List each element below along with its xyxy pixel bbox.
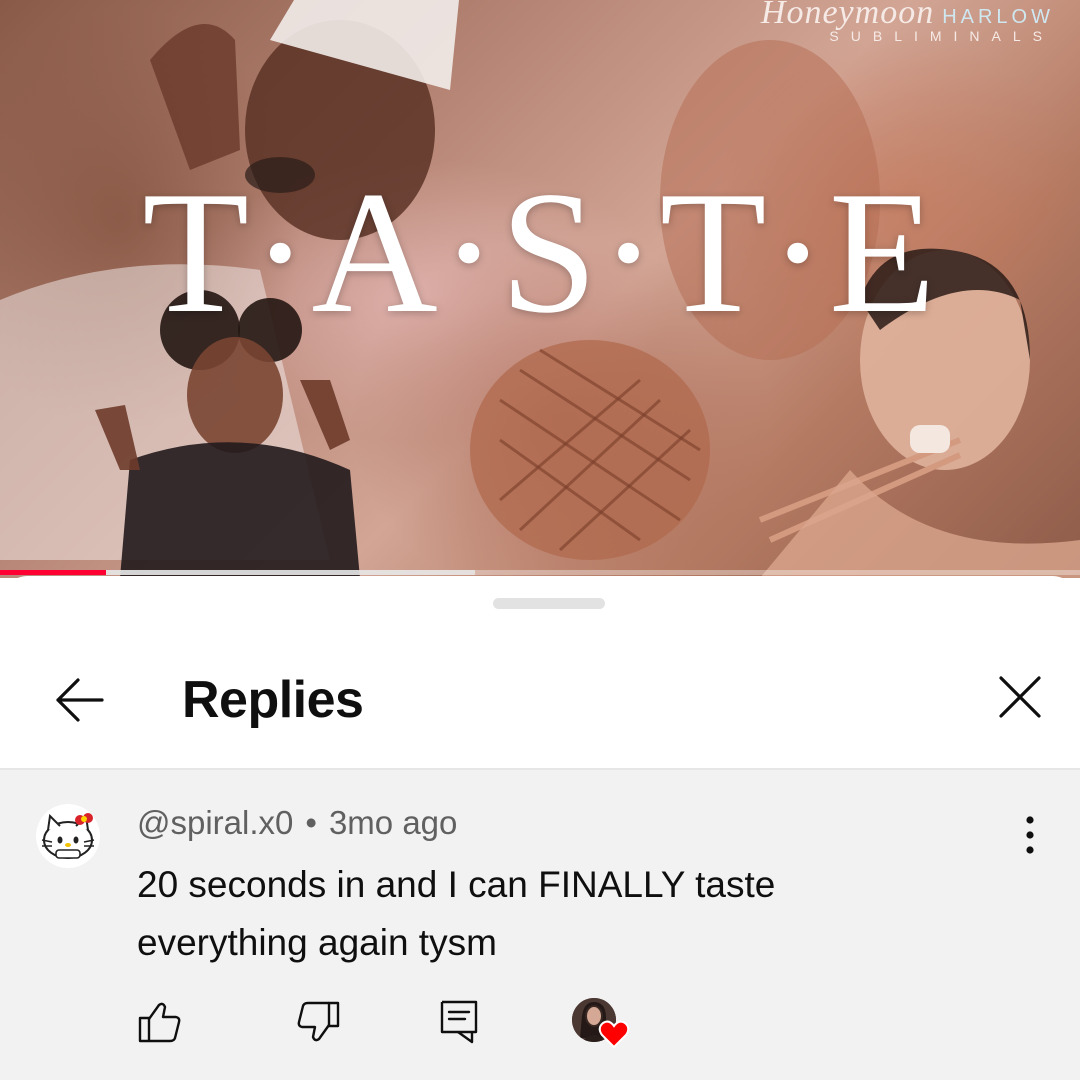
avatar[interactable] <box>36 804 100 868</box>
comment-author[interactable]: @spiral.x0 <box>137 804 293 841</box>
back-button[interactable] <box>50 670 110 730</box>
creator-heart <box>572 998 632 1054</box>
meta-separator: • <box>305 804 317 841</box>
comment-item: @spiral.x0 • 3mo ago 20 seconds in and I c… <box>0 770 1080 1080</box>
brand-name: HARLOW <box>942 6 1054 28</box>
comment-timestamp: 3mo ago <box>328 804 458 841</box>
comment-icon <box>440 1000 478 1044</box>
close-button[interactable] <box>993 670 1047 724</box>
close-icon <box>999 676 1041 718</box>
like-button[interactable] <box>136 998 184 1046</box>
comment-more-button[interactable] <box>1012 810 1048 860</box>
thumbs-up-icon <box>138 1002 181 1043</box>
thumbs-down-icon <box>297 1001 340 1042</box>
comment-text: 20 seconds in and I can FINALLY taste ev… <box>137 864 776 963</box>
video-progress-bar[interactable] <box>0 570 1080 575</box>
dislike-button[interactable] <box>294 998 342 1046</box>
video-title-overlay: T·A·S·T·E <box>142 155 938 349</box>
arrow-left-icon <box>56 678 104 722</box>
video-brand: Honeymoon HARLOW SUBLIMINALS <box>761 0 1054 44</box>
brand-script: Honeymoon <box>760 0 935 31</box>
more-vertical-icon <box>1026 816 1034 854</box>
heart-icon <box>598 1020 630 1049</box>
sheet-title: Replies <box>182 671 364 729</box>
progress-played <box>0 570 106 575</box>
reply-button[interactable] <box>436 998 484 1046</box>
video-player[interactable]: Honeymoon HARLOW SUBLIMINALS T·A·S·T·E <box>0 0 1080 578</box>
hello-kitty-avatar-icon <box>36 804 100 868</box>
drag-handle[interactable] <box>493 598 605 609</box>
sheet-header: Replies <box>0 640 1080 770</box>
comment-meta: @spiral.x0 • 3mo ago <box>137 804 457 842</box>
replies-sheet: Replies @spiral.x0 • 3mo ago 20 seconds … <box>0 576 1080 1080</box>
